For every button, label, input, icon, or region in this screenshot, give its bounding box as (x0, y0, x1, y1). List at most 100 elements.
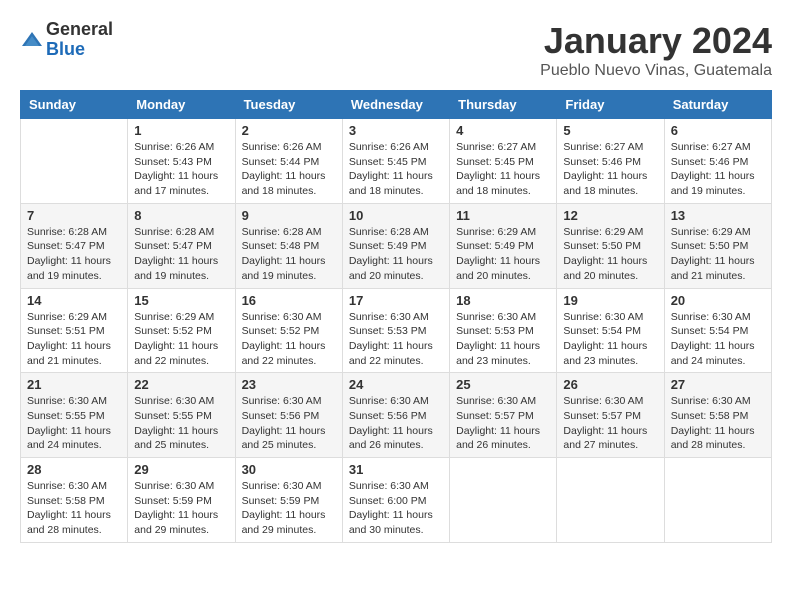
calendar-table: SundayMondayTuesdayWednesdayThursdayFrid… (20, 90, 772, 543)
day-number: 6 (671, 123, 765, 138)
day-info: Sunrise: 6:30 AMSunset: 5:55 PMDaylight:… (134, 394, 228, 453)
day-number: 3 (349, 123, 443, 138)
day-info: Sunrise: 6:27 AMSunset: 5:46 PMDaylight:… (563, 140, 657, 199)
day-info: Sunrise: 6:30 AMSunset: 5:57 PMDaylight:… (563, 394, 657, 453)
day-number: 8 (134, 208, 228, 223)
day-number: 23 (242, 377, 336, 392)
header-sunday: Sunday (21, 91, 128, 119)
header-thursday: Thursday (450, 91, 557, 119)
day-number: 26 (563, 377, 657, 392)
day-number: 25 (456, 377, 550, 392)
day-number: 28 (27, 462, 121, 477)
calendar-week-row: 14Sunrise: 6:29 AMSunset: 5:51 PMDayligh… (21, 288, 772, 373)
day-number: 27 (671, 377, 765, 392)
location-subtitle: Pueblo Nuevo Vinas, Guatemala (540, 62, 772, 80)
day-info: Sunrise: 6:30 AMSunset: 5:58 PMDaylight:… (671, 394, 765, 453)
calendar-cell: 8 Sunrise: 6:28 AMSunset: 5:47 PMDaylight… (128, 203, 235, 288)
day-number: 14 (27, 293, 121, 308)
day-number: 7 (27, 208, 121, 223)
calendar-cell: 15 Sunrise: 6:29 AMSunset: 5:52 PMDayligh… (128, 288, 235, 373)
calendar-week-row: 21 Sunrise: 6:30 AMSunset: 5:55 PMDayligh… (21, 373, 772, 458)
day-info: Sunrise: 6:30 AMSunset: 5:52 PMDaylight:… (242, 310, 336, 369)
calendar-week-row: 7 Sunrise: 6:28 AMSunset: 5:47 PMDaylight… (21, 203, 772, 288)
logo-blue: Blue (46, 40, 113, 60)
day-number: 13 (671, 208, 765, 223)
calendar-cell: 29Sunrise: 6:30 AMSunset: 5:59 PMDayligh… (128, 458, 235, 543)
header-friday: Friday (557, 91, 664, 119)
calendar-week-row: 1 Sunrise: 6:26 AMSunset: 5:43 PMDaylight… (21, 119, 772, 204)
logo-general: General (46, 20, 113, 40)
day-number: 15 (134, 293, 228, 308)
calendar-cell: 25 Sunrise: 6:30 AMSunset: 5:57 PMDayligh… (450, 373, 557, 458)
calendar-week-row: 28 Sunrise: 6:30 AMSunset: 5:58 PMDayligh… (21, 458, 772, 543)
day-number: 16 (242, 293, 336, 308)
day-info: Sunrise: 6:30 AMSunset: 5:59 PMDaylight:… (134, 479, 228, 538)
calendar-cell: 23 Sunrise: 6:30 AMSunset: 5:56 PMDayligh… (235, 373, 342, 458)
day-info: Sunrise: 6:28 AMSunset: 5:47 PMDaylight:… (134, 225, 228, 284)
calendar-cell: 2 Sunrise: 6:26 AMSunset: 5:44 PMDaylight… (235, 119, 342, 204)
calendar-cell: 30 Sunrise: 6:30 AMSunset: 5:59 PMDayligh… (235, 458, 342, 543)
day-info: Sunrise: 6:30 AMSunset: 6:00 PMDaylight:… (349, 479, 443, 538)
day-info: Sunrise: 6:26 AMSunset: 5:43 PMDaylight:… (134, 140, 228, 199)
calendar-cell: 17 Sunrise: 6:30 AMSunset: 5:53 PMDayligh… (342, 288, 449, 373)
calendar-cell: 14Sunrise: 6:29 AMSunset: 5:51 PMDayligh… (21, 288, 128, 373)
calendar-cell: 26 Sunrise: 6:30 AMSunset: 5:57 PMDayligh… (557, 373, 664, 458)
day-number: 21 (27, 377, 121, 392)
day-info: Sunrise: 6:26 AMSunset: 5:45 PMDaylight:… (349, 140, 443, 199)
day-number: 17 (349, 293, 443, 308)
day-info: Sunrise: 6:30 AMSunset: 5:56 PMDaylight:… (242, 394, 336, 453)
day-number: 19 (563, 293, 657, 308)
day-number: 2 (242, 123, 336, 138)
day-number: 20 (671, 293, 765, 308)
calendar-cell (21, 119, 128, 204)
day-number: 1 (134, 123, 228, 138)
calendar-cell: 10Sunrise: 6:28 AMSunset: 5:49 PMDayligh… (342, 203, 449, 288)
day-number: 22 (134, 377, 228, 392)
title-section: January 2024 Pueblo Nuevo Vinas, Guatema… (540, 20, 772, 80)
day-info: Sunrise: 6:30 AMSunset: 5:59 PMDaylight:… (242, 479, 336, 538)
day-info: Sunrise: 6:28 AMSunset: 5:49 PMDaylight:… (349, 225, 443, 284)
calendar-cell: 22 Sunrise: 6:30 AMSunset: 5:55 PMDayligh… (128, 373, 235, 458)
day-info: Sunrise: 6:30 AMSunset: 5:54 PMDaylight:… (671, 310, 765, 369)
calendar-cell: 6 Sunrise: 6:27 AMSunset: 5:46 PMDaylight… (664, 119, 771, 204)
day-number: 30 (242, 462, 336, 477)
calendar-cell: 1 Sunrise: 6:26 AMSunset: 5:43 PMDaylight… (128, 119, 235, 204)
calendar-cell (557, 458, 664, 543)
calendar-cell: 31Sunrise: 6:30 AMSunset: 6:00 PMDayligh… (342, 458, 449, 543)
calendar-cell: 20 Sunrise: 6:30 AMSunset: 5:54 PMDayligh… (664, 288, 771, 373)
header-wednesday: Wednesday (342, 91, 449, 119)
day-number: 18 (456, 293, 550, 308)
day-info: Sunrise: 6:29 AMSunset: 5:52 PMDaylight:… (134, 310, 228, 369)
day-info: Sunrise: 6:30 AMSunset: 5:53 PMDaylight:… (456, 310, 550, 369)
day-info: Sunrise: 6:30 AMSunset: 5:55 PMDaylight:… (27, 394, 121, 453)
calendar-cell: 28 Sunrise: 6:30 AMSunset: 5:58 PMDayligh… (21, 458, 128, 543)
calendar-cell: 9 Sunrise: 6:28 AMSunset: 5:48 PMDaylight… (235, 203, 342, 288)
calendar-cell: 21 Sunrise: 6:30 AMSunset: 5:55 PMDayligh… (21, 373, 128, 458)
day-info: Sunrise: 6:30 AMSunset: 5:56 PMDaylight:… (349, 394, 443, 453)
calendar-cell: 7 Sunrise: 6:28 AMSunset: 5:47 PMDaylight… (21, 203, 128, 288)
calendar-cell: 4Sunrise: 6:27 AMSunset: 5:45 PMDaylight… (450, 119, 557, 204)
day-info: Sunrise: 6:28 AMSunset: 5:48 PMDaylight:… (242, 225, 336, 284)
day-info: Sunrise: 6:30 AMSunset: 5:53 PMDaylight:… (349, 310, 443, 369)
day-info: Sunrise: 6:27 AMSunset: 5:46 PMDaylight:… (671, 140, 765, 199)
day-info: Sunrise: 6:29 AMSunset: 5:49 PMDaylight:… (456, 225, 550, 284)
calendar-cell: 19Sunrise: 6:30 AMSunset: 5:54 PMDayligh… (557, 288, 664, 373)
day-number: 4 (456, 123, 550, 138)
calendar-cell (664, 458, 771, 543)
day-number: 11 (456, 208, 550, 223)
page-header: General Blue January 2024 Pueblo Nuevo V… (20, 20, 772, 80)
header-monday: Monday (128, 91, 235, 119)
day-number: 5 (563, 123, 657, 138)
day-info: Sunrise: 6:28 AMSunset: 5:47 PMDaylight:… (27, 225, 121, 284)
day-info: Sunrise: 6:26 AMSunset: 5:44 PMDaylight:… (242, 140, 336, 199)
calendar-cell: 16 Sunrise: 6:30 AMSunset: 5:52 PMDayligh… (235, 288, 342, 373)
logo-text: General Blue (46, 20, 113, 60)
logo-icon (20, 28, 44, 52)
calendar-cell: 3 Sunrise: 6:26 AMSunset: 5:45 PMDaylight… (342, 119, 449, 204)
day-info: Sunrise: 6:30 AMSunset: 5:58 PMDaylight:… (27, 479, 121, 538)
calendar-cell: 24Sunrise: 6:30 AMSunset: 5:56 PMDayligh… (342, 373, 449, 458)
calendar-cell: 13Sunrise: 6:29 AMSunset: 5:50 PMDayligh… (664, 203, 771, 288)
logo: General Blue (20, 20, 113, 60)
day-info: Sunrise: 6:30 AMSunset: 5:57 PMDaylight:… (456, 394, 550, 453)
day-number: 9 (242, 208, 336, 223)
